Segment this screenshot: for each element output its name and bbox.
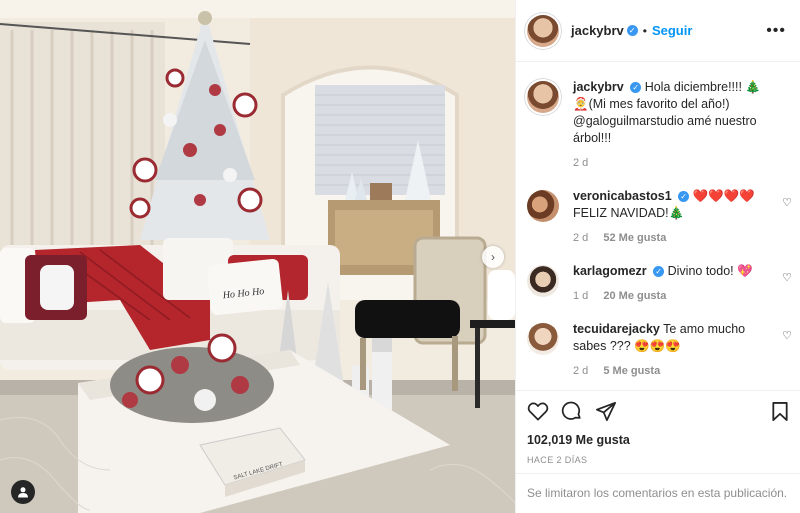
post-header: jackybrv ✓ • Seguir •••: [516, 0, 800, 62]
comments-list[interactable]: jackybrv ✓ Hola diciembre!!!! 🎄🤶(Mi mes …: [516, 63, 800, 390]
author-avatar[interactable]: [527, 14, 559, 47]
post-photo[interactable]: Ho Ho Ho SALT LAKE DRIFT ›: [0, 0, 515, 513]
caption-avatar[interactable]: [527, 81, 559, 113]
comment-username[interactable]: tecuidarejacky: [573, 322, 660, 336]
more-options-icon[interactable]: •••: [766, 22, 786, 40]
comment-time[interactable]: 1 d: [573, 290, 588, 302]
share-paper-plane-icon[interactable]: [595, 401, 617, 422]
comment-meta: 2 d 52 Me gusta: [573, 230, 769, 247]
chevron-right-icon: ›: [491, 250, 495, 264]
caption-meta: 2 d: [573, 155, 773, 172]
save-bookmark-icon[interactable]: [771, 401, 789, 422]
caption-time[interactable]: 2 d: [573, 157, 588, 169]
comment-avatar[interactable]: [527, 265, 559, 297]
comment-time[interactable]: 2 d: [573, 365, 588, 377]
post-details-panel: jackybrv ✓ • Seguir ••• jackybrv ✓ Hola …: [515, 0, 800, 513]
post-actions: 102,019 Me gusta HACE 2 DÍAS: [516, 390, 800, 465]
comment-meta: 2 d 5 Me gusta: [573, 363, 769, 380]
list-item: karlagomezr ✓ Divino todo! 💖 1 d 20 Me g…: [527, 263, 800, 305]
list-item: veronicabastos1 ✓ ❤️❤️❤️❤️ FELIZ NAVIDAD…: [527, 188, 800, 247]
next-photo-button[interactable]: ›: [482, 246, 504, 268]
comment-avatar[interactable]: [527, 190, 559, 222]
likes-count[interactable]: 102,019 Me gusta: [527, 433, 789, 447]
caption: jackybrv ✓ Hola diciembre!!!! 🎄🤶(Mi mes …: [527, 79, 800, 172]
like-heart-icon[interactable]: [527, 401, 549, 421]
user-icon: [18, 487, 28, 498]
comment-likes[interactable]: 5 Me gusta: [603, 365, 660, 377]
caption-username[interactable]: jackybrv: [573, 80, 624, 94]
like-comment-heart-icon[interactable]: ♡: [782, 196, 792, 209]
tagged-users-button[interactable]: [11, 480, 35, 504]
post-timestamp[interactable]: HACE 2 DÍAS: [527, 455, 789, 465]
comment-likes[interactable]: 52 Me gusta: [603, 232, 666, 244]
comment-text: Divino todo! 💖: [667, 264, 753, 278]
like-comment-heart-icon[interactable]: ♡: [782, 329, 792, 342]
comment-meta: 1 d 20 Me gusta: [573, 288, 769, 305]
like-comment-heart-icon[interactable]: ♡: [782, 271, 792, 284]
separator-dot: •: [642, 23, 647, 38]
list-item: tecuidarejacky Te amo mucho sabes ??? 😍😍…: [527, 321, 800, 380]
comment-bubble-icon[interactable]: [561, 400, 583, 422]
comment-username[interactable]: karlagomezr: [573, 264, 647, 278]
comment-username[interactable]: veronicabastos1: [573, 189, 672, 203]
comment-avatar[interactable]: [527, 323, 559, 355]
comment-time[interactable]: 2 d: [573, 232, 588, 244]
comment-likes[interactable]: 20 Me gusta: [603, 290, 666, 302]
follow-button[interactable]: Seguir: [652, 23, 692, 38]
living-room-photo: Ho Ho Ho SALT LAKE DRIFT: [0, 0, 515, 513]
verified-badge-icon: ✓: [653, 266, 665, 278]
verified-badge-icon: ✓: [626, 25, 638, 36]
comments-disabled-notice: Se limitaron los comentarios en esta pub…: [516, 473, 800, 513]
verified-badge-icon: ✓: [630, 82, 642, 94]
verified-badge-icon: ✓: [678, 191, 690, 203]
author-username[interactable]: jackybrv: [571, 23, 624, 38]
